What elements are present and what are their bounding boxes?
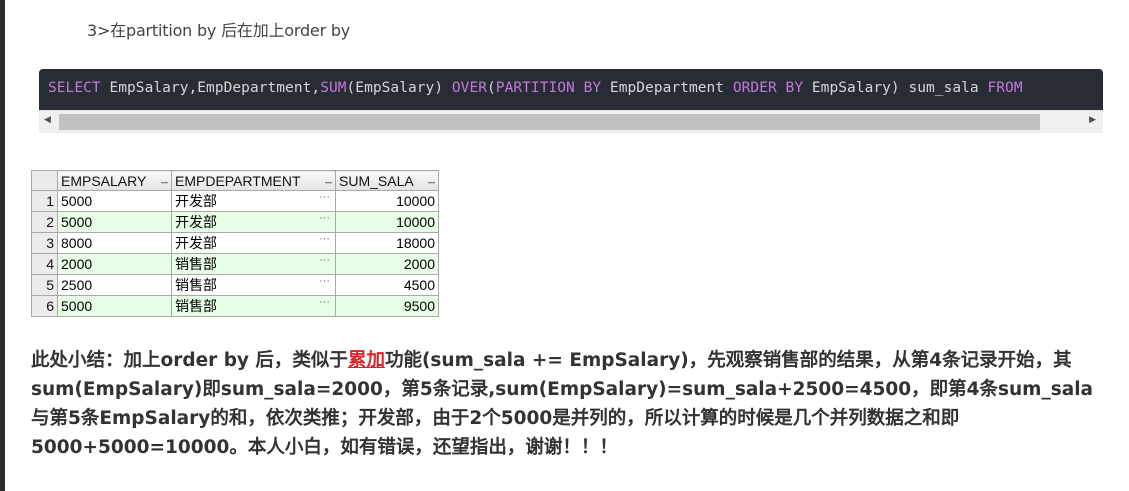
scroll-left-arrow-icon[interactable]: ◀	[44, 115, 51, 125]
cell-empdepartment[interactable]: 开发部 ···	[171, 211, 336, 233]
grid-corner	[31, 170, 58, 191]
cell-value: 销售部	[175, 298, 217, 314]
table-row[interactable]: 2 5000 开发部 ··· 10000	[31, 211, 439, 233]
sql-keyword: SUM	[320, 80, 347, 96]
cell-empsalary[interactable]: 8000	[57, 232, 172, 254]
sort-indicator-icon: ▁	[428, 173, 435, 183]
sort-indicator-icon: ▁	[325, 173, 332, 183]
sql-text: (	[487, 80, 496, 96]
ellipsis-icon[interactable]: ···	[319, 191, 330, 203]
table-row[interactable]: 6 5000 销售部 ··· 9500	[31, 295, 439, 317]
accumulate-link[interactable]: 累加	[348, 350, 385, 371]
left-edge-bar	[0, 0, 5, 491]
cell-value: 销售部	[175, 277, 217, 293]
column-header-label: SUM_SALA	[339, 172, 414, 189]
ellipsis-icon[interactable]: ···	[319, 296, 330, 308]
column-header-label: EMPSALARY	[61, 172, 147, 189]
cell-empdepartment[interactable]: 开发部 ···	[171, 190, 336, 212]
table-row[interactable]: 5 2500 销售部 ··· 4500	[31, 274, 439, 296]
sql-text: EmpSalary,EmpDepartment,	[100, 80, 321, 96]
cell-sum-sala[interactable]: 9500	[335, 295, 439, 317]
ellipsis-icon[interactable]: ···	[319, 233, 330, 245]
cell-sum-sala[interactable]: 10000	[335, 190, 439, 212]
cell-empsalary[interactable]: 2000	[57, 253, 172, 275]
cell-empdepartment[interactable]: 销售部 ···	[171, 253, 336, 275]
sql-text: EmpDepartment	[601, 80, 733, 96]
column-header-label: EMPDEPARTMENT	[175, 172, 301, 189]
column-header-sum-sala[interactable]: SUM_SALA ▁	[335, 170, 439, 191]
section-heading: 3>在partition by 后在加上order by	[87, 21, 351, 40]
row-number[interactable]: 1	[31, 190, 58, 212]
ellipsis-icon[interactable]: ···	[319, 212, 330, 224]
sql-keyword: OVER	[451, 80, 488, 96]
summary-text: 此处小结：加上order by 后，类似于	[31, 350, 348, 371]
scroll-right-arrow-icon[interactable]: ▶	[1089, 115, 1096, 125]
sql-keyword: ORDER BY	[732, 80, 804, 96]
column-header-empdepartment[interactable]: EMPDEPARTMENT ▁	[171, 170, 336, 191]
sql-code: SELECT EmpSalary,EmpDepartment,SUM(EmpSa…	[48, 80, 1023, 96]
cell-value: 开发部	[175, 235, 217, 251]
ellipsis-icon[interactable]: ···	[319, 254, 330, 266]
grid-body: 1 5000 开发部 ··· 10000 2 5000 开发部 ··· 10000 3 8000 开发部…	[31, 190, 439, 317]
row-number[interactable]: 5	[31, 274, 58, 296]
sql-keyword: SELECT	[48, 80, 101, 96]
sql-keyword: FROM	[987, 80, 1023, 96]
cell-sum-sala[interactable]: 4500	[335, 274, 439, 296]
sort-indicator-icon: ▁	[161, 173, 168, 183]
cell-empdepartment[interactable]: 销售部 ···	[171, 274, 336, 296]
code-horizontal-scrollbar[interactable]: ◀ ▶	[39, 110, 1103, 133]
summary-paragraph: 此处小结：加上order by 后，类似于累加功能(sum_sala += Em…	[31, 346, 1111, 462]
cell-empsalary[interactable]: 5000	[57, 295, 172, 317]
row-number[interactable]: 6	[31, 295, 58, 317]
sql-keyword: PARTITION BY	[495, 80, 602, 96]
row-number[interactable]: 4	[31, 253, 58, 275]
ellipsis-icon[interactable]: ···	[319, 275, 330, 287]
row-number[interactable]: 2	[31, 211, 58, 233]
row-number[interactable]: 3	[31, 232, 58, 254]
cell-empsalary[interactable]: 2500	[57, 274, 172, 296]
cell-empsalary[interactable]: 5000	[57, 190, 172, 212]
cell-sum-sala[interactable]: 2000	[335, 253, 439, 275]
cell-value: 开发部	[175, 214, 217, 230]
table-row[interactable]: 4 2000 销售部 ··· 2000	[31, 253, 439, 275]
cell-sum-sala[interactable]: 10000	[335, 211, 439, 233]
grid-header-row: EMPSALARY ▁ EMPDEPARTMENT ▁ SUM_SALA ▁	[31, 170, 439, 191]
cell-empsalary[interactable]: 5000	[57, 211, 172, 233]
sql-text: (EmpSalary)	[346, 80, 452, 96]
scrollbar-thumb[interactable]	[59, 114, 1040, 130]
cell-value: 开发部	[175, 193, 217, 209]
cell-value: 销售部	[175, 256, 217, 272]
table-row[interactable]: 1 5000 开发部 ··· 10000	[31, 190, 439, 212]
cell-empdepartment[interactable]: 开发部 ···	[171, 232, 336, 254]
cell-empdepartment[interactable]: 销售部 ···	[171, 295, 336, 317]
sql-text: EmpSalary) sum_sala	[803, 80, 988, 96]
cell-sum-sala[interactable]: 18000	[335, 232, 439, 254]
code-block: SELECT EmpSalary,EmpDepartment,SUM(EmpSa…	[39, 69, 1103, 110]
table-row[interactable]: 3 8000 开发部 ··· 18000	[31, 232, 439, 254]
column-header-empsalary[interactable]: EMPSALARY ▁	[57, 170, 172, 191]
result-grid: EMPSALARY ▁ EMPDEPARTMENT ▁ SUM_SALA ▁ 1 500…	[31, 170, 439, 317]
